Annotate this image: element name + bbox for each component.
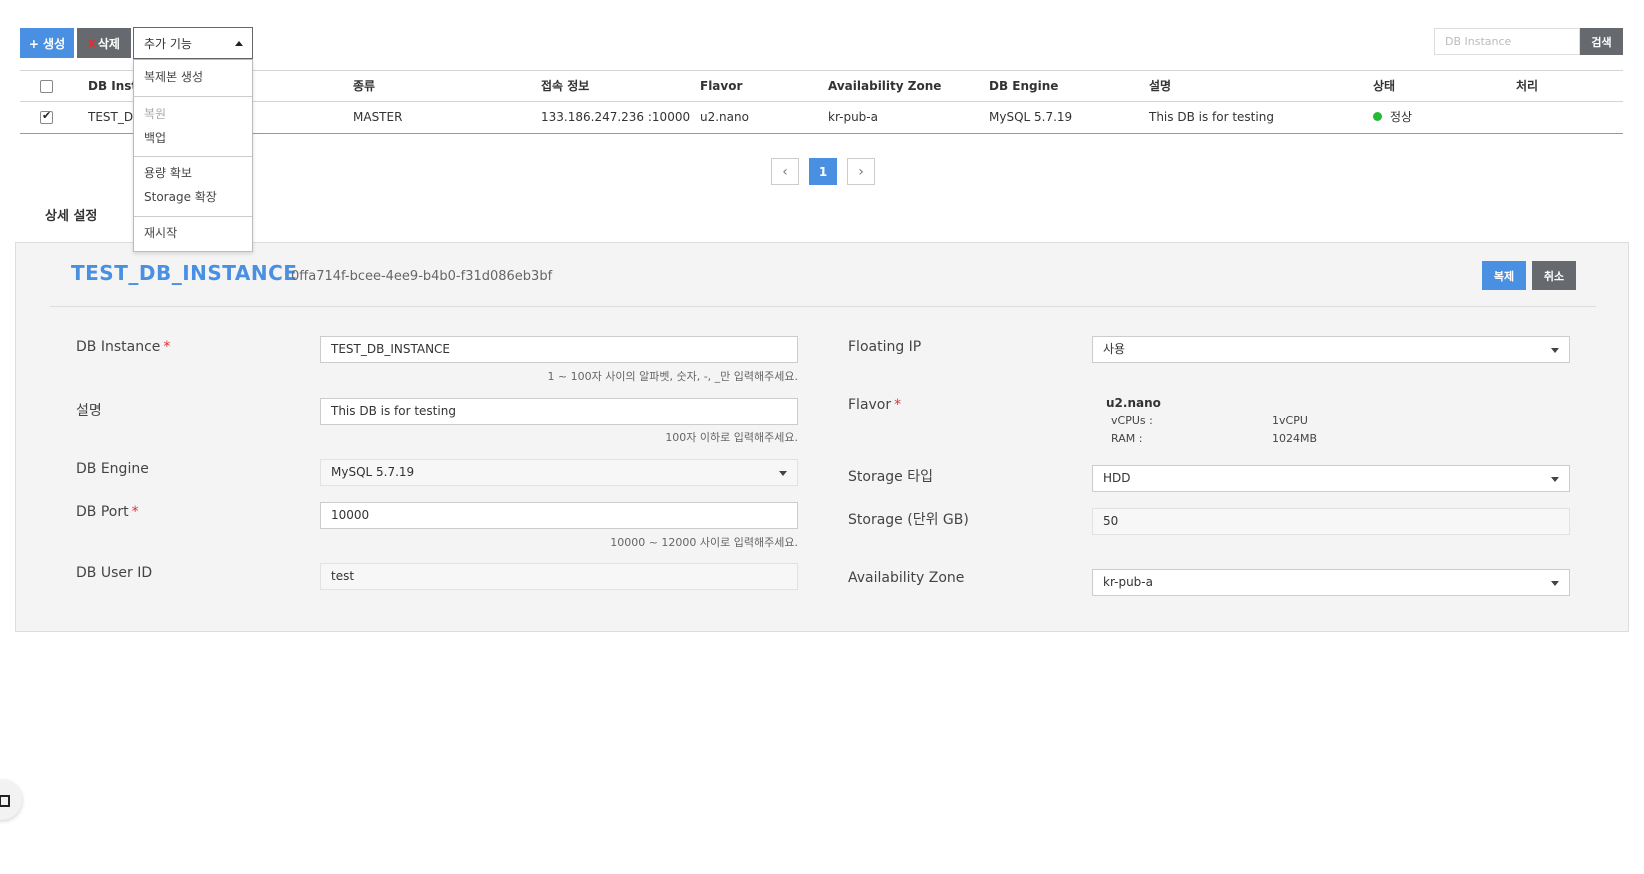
copy-button[interactable]: 복제 [1482,261,1526,290]
row-name: TEST_D [88,110,134,124]
pagination-next-button[interactable]: › [847,158,875,185]
delete-button[interactable]: x 삭제 [77,28,131,58]
zone-select[interactable]: kr-pub-a [1092,569,1570,596]
db-port-label: DB Port * [76,504,139,520]
db-user-label: DB User ID [76,565,153,581]
floating-ip-value: 사용 [1103,342,1126,356]
menu-divider [134,96,252,97]
menu-divider [134,156,252,157]
row-description: This DB is for testing [1149,110,1274,124]
flavor-ram-label: RAM : [1111,432,1143,445]
chevron-right-icon: › [858,163,864,180]
col-flavor[interactable]: Flavor [700,71,742,102]
col-connection[interactable]: 접속 정보 [541,71,589,102]
more-features-label: 추가 기능 [144,36,192,51]
flavor-ram-value: 1024MB [1272,432,1318,445]
floating-action-icon[interactable] [0,780,22,820]
menu-item-free-space[interactable]: 용량 확보 [144,164,192,181]
zone-value: kr-pub-a [1103,575,1153,589]
chevron-down-icon [779,471,787,476]
row-zone: kr-pub-a [828,110,878,124]
zone-label: Availability Zone [848,570,965,586]
db-port-help: 10000 ~ 12000 사이로 입력해주세요. [610,536,798,549]
delete-x-icon: x [88,36,96,50]
menu-item-restart[interactable]: 재시작 [144,224,177,241]
flavor-label: Flavor * [848,397,902,413]
menu-divider [134,216,252,217]
chevron-down-icon [1551,477,1559,482]
chevron-down-icon [1551,581,1559,586]
storage-size-input: 50 [1092,508,1570,535]
col-db-instance[interactable]: DB Inst [88,71,137,102]
col-description[interactable]: 설명 [1149,71,1171,102]
row-engine: MySQL 5.7.19 [989,110,1073,124]
menu-item-restore: 복원 [144,107,167,121]
chevron-down-icon [1551,348,1559,353]
search-input[interactable] [1434,28,1580,55]
description-input[interactable]: This DB is for testing [320,398,798,425]
row-status: 정상 [1373,102,1412,133]
db-engine-value: MySQL 5.7.19 [331,465,415,479]
menu-item-backup[interactable]: 백업 [144,129,166,146]
menu-item-storage-expand[interactable]: Storage 확장 [144,188,217,205]
detail-panel: TEST_DB_INSTANCE 0ffa714f-bcee-4ee9-b4b0… [15,242,1629,632]
db-instance-label: DB Instance * [76,339,171,355]
db-user-input: test [320,563,798,590]
db-engine-label: DB Engine [76,461,149,477]
row-type: MASTER [353,110,403,124]
row-checkbox[interactable] [40,109,53,124]
pagination-prev-button[interactable]: ‹ [771,158,799,185]
flavor-vcpu-label: vCPUs : [1111,414,1153,427]
menu-item-create-replica[interactable]: 복제본 생성 [144,68,203,85]
floating-ip-select[interactable]: 사용 [1092,336,1570,363]
flavor-name: u2.nano [1106,396,1161,410]
row-connection: 133.186.247.236 :10000 [541,110,691,124]
col-action[interactable]: 처리 [1516,71,1538,102]
col-engine[interactable]: DB Engine [989,71,1058,102]
flavor-vcpu-value: 1vCPU [1272,414,1308,427]
col-status[interactable]: 상태 [1373,71,1395,102]
select-all-checkbox[interactable] [40,80,53,93]
section-title: 상세 설정 [45,209,98,224]
pagination-page-1[interactable]: 1 [809,158,837,185]
instance-id: 0ffa714f-bcee-4ee9-b4b0-f31d086eb3bf [291,269,553,284]
db-instance-input[interactable]: TEST_DB_INSTANCE [320,336,798,363]
chevron-left-icon: ‹ [782,163,788,180]
db-engine-select[interactable]: MySQL 5.7.19 [320,459,798,486]
more-features-menu: 복제본 생성 복원 백업 용량 확보 Storage 확장 재시작 [133,59,253,252]
description-help: 100자 이하로 입력해주세요. [665,431,798,444]
storage-type-value: HDD [1103,471,1131,485]
storage-type-select[interactable]: HDD [1092,465,1570,492]
instance-title: TEST_DB_INSTANCE [71,261,298,285]
col-type[interactable]: 종류 [353,71,375,102]
table-row[interactable]: TEST_D MASTER 133.186.247.236 :10000 u2.… [20,102,1623,134]
db-port-input[interactable]: 10000 [320,502,798,529]
storage-type-label: Storage 타입 [848,469,933,485]
floating-ip-label: Floating IP [848,339,922,355]
detail-divider [50,306,1596,307]
col-zone[interactable]: Availability Zone [828,71,941,102]
delete-label: 삭제 [97,36,120,51]
create-button[interactable]: + 생성 [20,28,74,58]
status-ok-icon [1373,112,1382,121]
row-status-text: 정상 [1390,110,1413,124]
more-features-select[interactable]: 추가 기능 [133,27,253,59]
description-label: 설명 [76,403,102,419]
storage-size-label: Storage (단위 GB) [848,512,969,528]
cancel-button[interactable]: 취소 [1532,261,1576,290]
table-header: DB Inst 종류 접속 정보 Flavor Availability Zon… [20,70,1623,102]
row-flavor: u2.nano [700,110,749,124]
search-button[interactable]: 검색 [1580,28,1623,55]
caret-up-icon [235,41,243,46]
db-instance-help: 1 ~ 100자 사이의 알파벳, 숫자, -, _만 입력해주세요. [547,370,798,383]
